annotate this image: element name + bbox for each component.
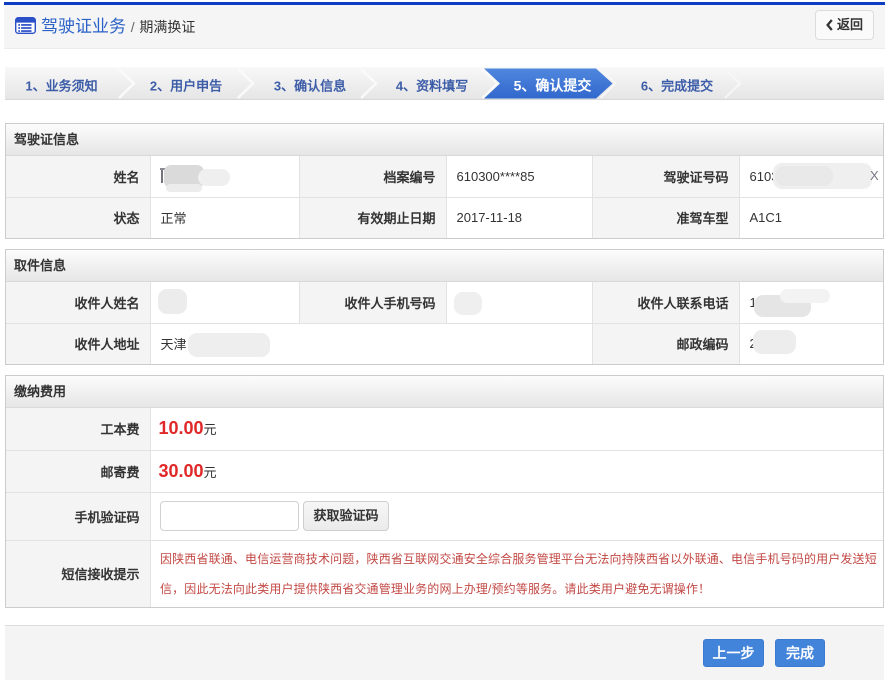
svg-text:5、确认提交: 5、确认提交 [514, 78, 592, 94]
svg-text:6、完成提交: 6、完成提交 [641, 79, 713, 94]
svg-text:2、用户申告: 2、用户申告 [150, 79, 222, 94]
svg-text:4、资料填写: 4、资料填写 [396, 79, 468, 94]
svg-text:1、业务须知: 1、业务须知 [25, 79, 97, 94]
svg-text:3、确认信息: 3、确认信息 [274, 79, 346, 94]
